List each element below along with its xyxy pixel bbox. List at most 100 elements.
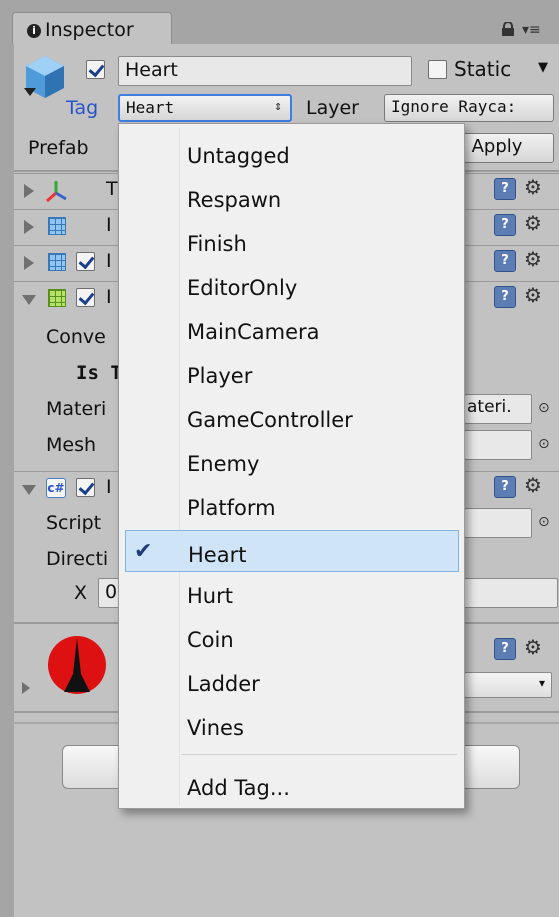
prefab-label: Prefab (28, 137, 89, 159)
menu-separator (181, 754, 457, 755)
direction-label: Directi (46, 548, 109, 570)
tab-inspector[interactable]: i Inspector (12, 12, 172, 46)
layer-dropdown[interactable]: Ignore Rayca: (384, 94, 554, 122)
menu-item-label: Player (187, 364, 253, 388)
expand-arrow-icon[interactable] (24, 220, 34, 234)
mesh-filter-icon (48, 217, 66, 235)
menu-item-respawn[interactable]: Respawn (119, 176, 464, 220)
gear-icon[interactable]: ⚙ (524, 175, 542, 199)
tag-label: Tag (66, 97, 99, 119)
menu-item-player[interactable]: Player (119, 352, 464, 396)
tag-dropdown[interactable]: Heart ⇕ (118, 94, 292, 122)
layer-label: Layer (306, 97, 359, 119)
expand-arrow-icon[interactable] (22, 682, 30, 694)
expand-arrow-icon[interactable] (24, 256, 34, 270)
mesh-renderer-icon (48, 253, 66, 271)
check-icon: ✔ (134, 539, 153, 564)
gear-icon[interactable]: ⚙ (524, 211, 542, 235)
menu-item-label: Ladder (187, 672, 260, 696)
menu-item-gamecontroller[interactable]: GameController (119, 396, 464, 440)
menu-item-label: Vines (187, 716, 244, 740)
menu-item-untagged[interactable]: Untagged (119, 132, 464, 176)
menu-item-label: Untagged (187, 144, 290, 168)
name-field[interactable]: Heart (118, 56, 412, 86)
menu-item-editoronly[interactable]: EditorOnly (119, 264, 464, 308)
object-picker-icon[interactable]: ⊙ (538, 514, 550, 530)
gear-icon[interactable]: ⚙ (524, 283, 542, 307)
menu-item-label: Hurt (187, 584, 233, 608)
script-label: Script (46, 512, 102, 534)
mesh-collider-icon (48, 289, 66, 307)
help-icon[interactable]: ? (494, 214, 516, 236)
object-picker-icon[interactable]: ⊙ (538, 436, 550, 452)
menu-item-label: Platform (187, 496, 276, 520)
gear-icon[interactable]: ⚙ (524, 247, 542, 271)
menu-item-label: MainCamera (187, 320, 320, 344)
material-preview-icon (48, 636, 106, 694)
name-value: Heart (125, 59, 178, 81)
gear-icon[interactable]: ⚙ (524, 635, 542, 659)
help-icon[interactable]: ? (494, 638, 516, 660)
component-label: I (106, 476, 112, 498)
menu-item-label: Finish (187, 232, 247, 256)
gear-icon[interactable]: ⚙ (524, 473, 542, 497)
menu-item-label: Coin (187, 628, 234, 652)
expand-arrow-icon[interactable] (24, 184, 34, 198)
menu-item-label: EditorOnly (187, 276, 298, 300)
menu-item-maincamera[interactable]: MainCamera (119, 308, 464, 352)
component-enabled-checkbox[interactable] (76, 252, 95, 271)
menu-item-vines[interactable]: Vines (119, 704, 464, 748)
collapse-arrow-icon[interactable] (22, 295, 36, 305)
menu-item-label: Heart (188, 543, 247, 567)
material-field[interactable]: ateri. (464, 394, 532, 424)
tag-dropdown-menu: Untagged Respawn Finish EditorOnly MainCamer… (118, 123, 465, 809)
menu-item-label: GameController (187, 408, 353, 432)
direction-x-value: 0 (105, 581, 118, 603)
script-field[interactable] (464, 508, 532, 538)
component-label: I (106, 214, 112, 236)
menu-item-finish[interactable]: Finish (119, 220, 464, 264)
is-trigger-label: Is T (76, 362, 122, 384)
static-dropdown-arrow[interactable]: ▼ (538, 60, 548, 75)
mesh-label: Mesh (46, 434, 97, 456)
object-picker-icon[interactable]: ⊙ (538, 400, 550, 416)
help-icon[interactable]: ? (494, 250, 516, 272)
material-label: Materi (46, 398, 107, 420)
gameobject-cube-icon (24, 56, 64, 98)
collapse-arrow-icon[interactable] (22, 485, 36, 495)
help-icon[interactable]: ? (494, 476, 516, 498)
help-icon[interactable]: ? (494, 178, 516, 200)
component-label: I (106, 286, 112, 308)
component-enabled-checkbox[interactable] (76, 288, 95, 307)
menu-item-platform[interactable]: Platform (119, 484, 464, 528)
lock-icon[interactable] (500, 22, 516, 36)
component-enabled-checkbox[interactable] (76, 478, 95, 497)
component-label: I (106, 250, 112, 272)
menu-item-ladder[interactable]: Ladder (119, 660, 464, 704)
menu-item-label: Add Tag... (187, 776, 290, 800)
x-label: X (74, 582, 88, 604)
layer-value: Ignore Rayca: (391, 97, 517, 116)
tag-value: Heart (126, 98, 175, 117)
menu-item-label: Respawn (187, 188, 282, 212)
panel-menu-icon[interactable]: ▾≡ (522, 22, 541, 38)
shader-dropdown[interactable]: ▾ (464, 672, 552, 698)
mesh-field[interactable] (464, 430, 532, 460)
help-icon[interactable]: ? (494, 286, 516, 308)
static-label: Static (454, 57, 512, 81)
menu-item-hurt[interactable]: Hurt (119, 572, 464, 616)
menu-item-heart[interactable]: ✔ Heart (125, 530, 459, 572)
static-checkbox[interactable] (428, 60, 447, 79)
dropdown-arrows-icon: ⇕ (274, 99, 282, 114)
chevron-down-icon: ▾ (538, 676, 545, 690)
menu-item-enemy[interactable]: Enemy (119, 440, 464, 484)
transform-icon (46, 181, 67, 203)
menu-item-add-tag[interactable]: Add Tag... (119, 764, 464, 808)
component-label: T (106, 178, 118, 200)
active-checkbox[interactable] (86, 60, 105, 79)
material-value: ateri. (467, 397, 512, 417)
tab-title: Inspector (45, 19, 134, 41)
info-icon: i (27, 24, 41, 38)
menu-item-coin[interactable]: Coin (119, 616, 464, 660)
apply-label: Apply (471, 136, 523, 157)
